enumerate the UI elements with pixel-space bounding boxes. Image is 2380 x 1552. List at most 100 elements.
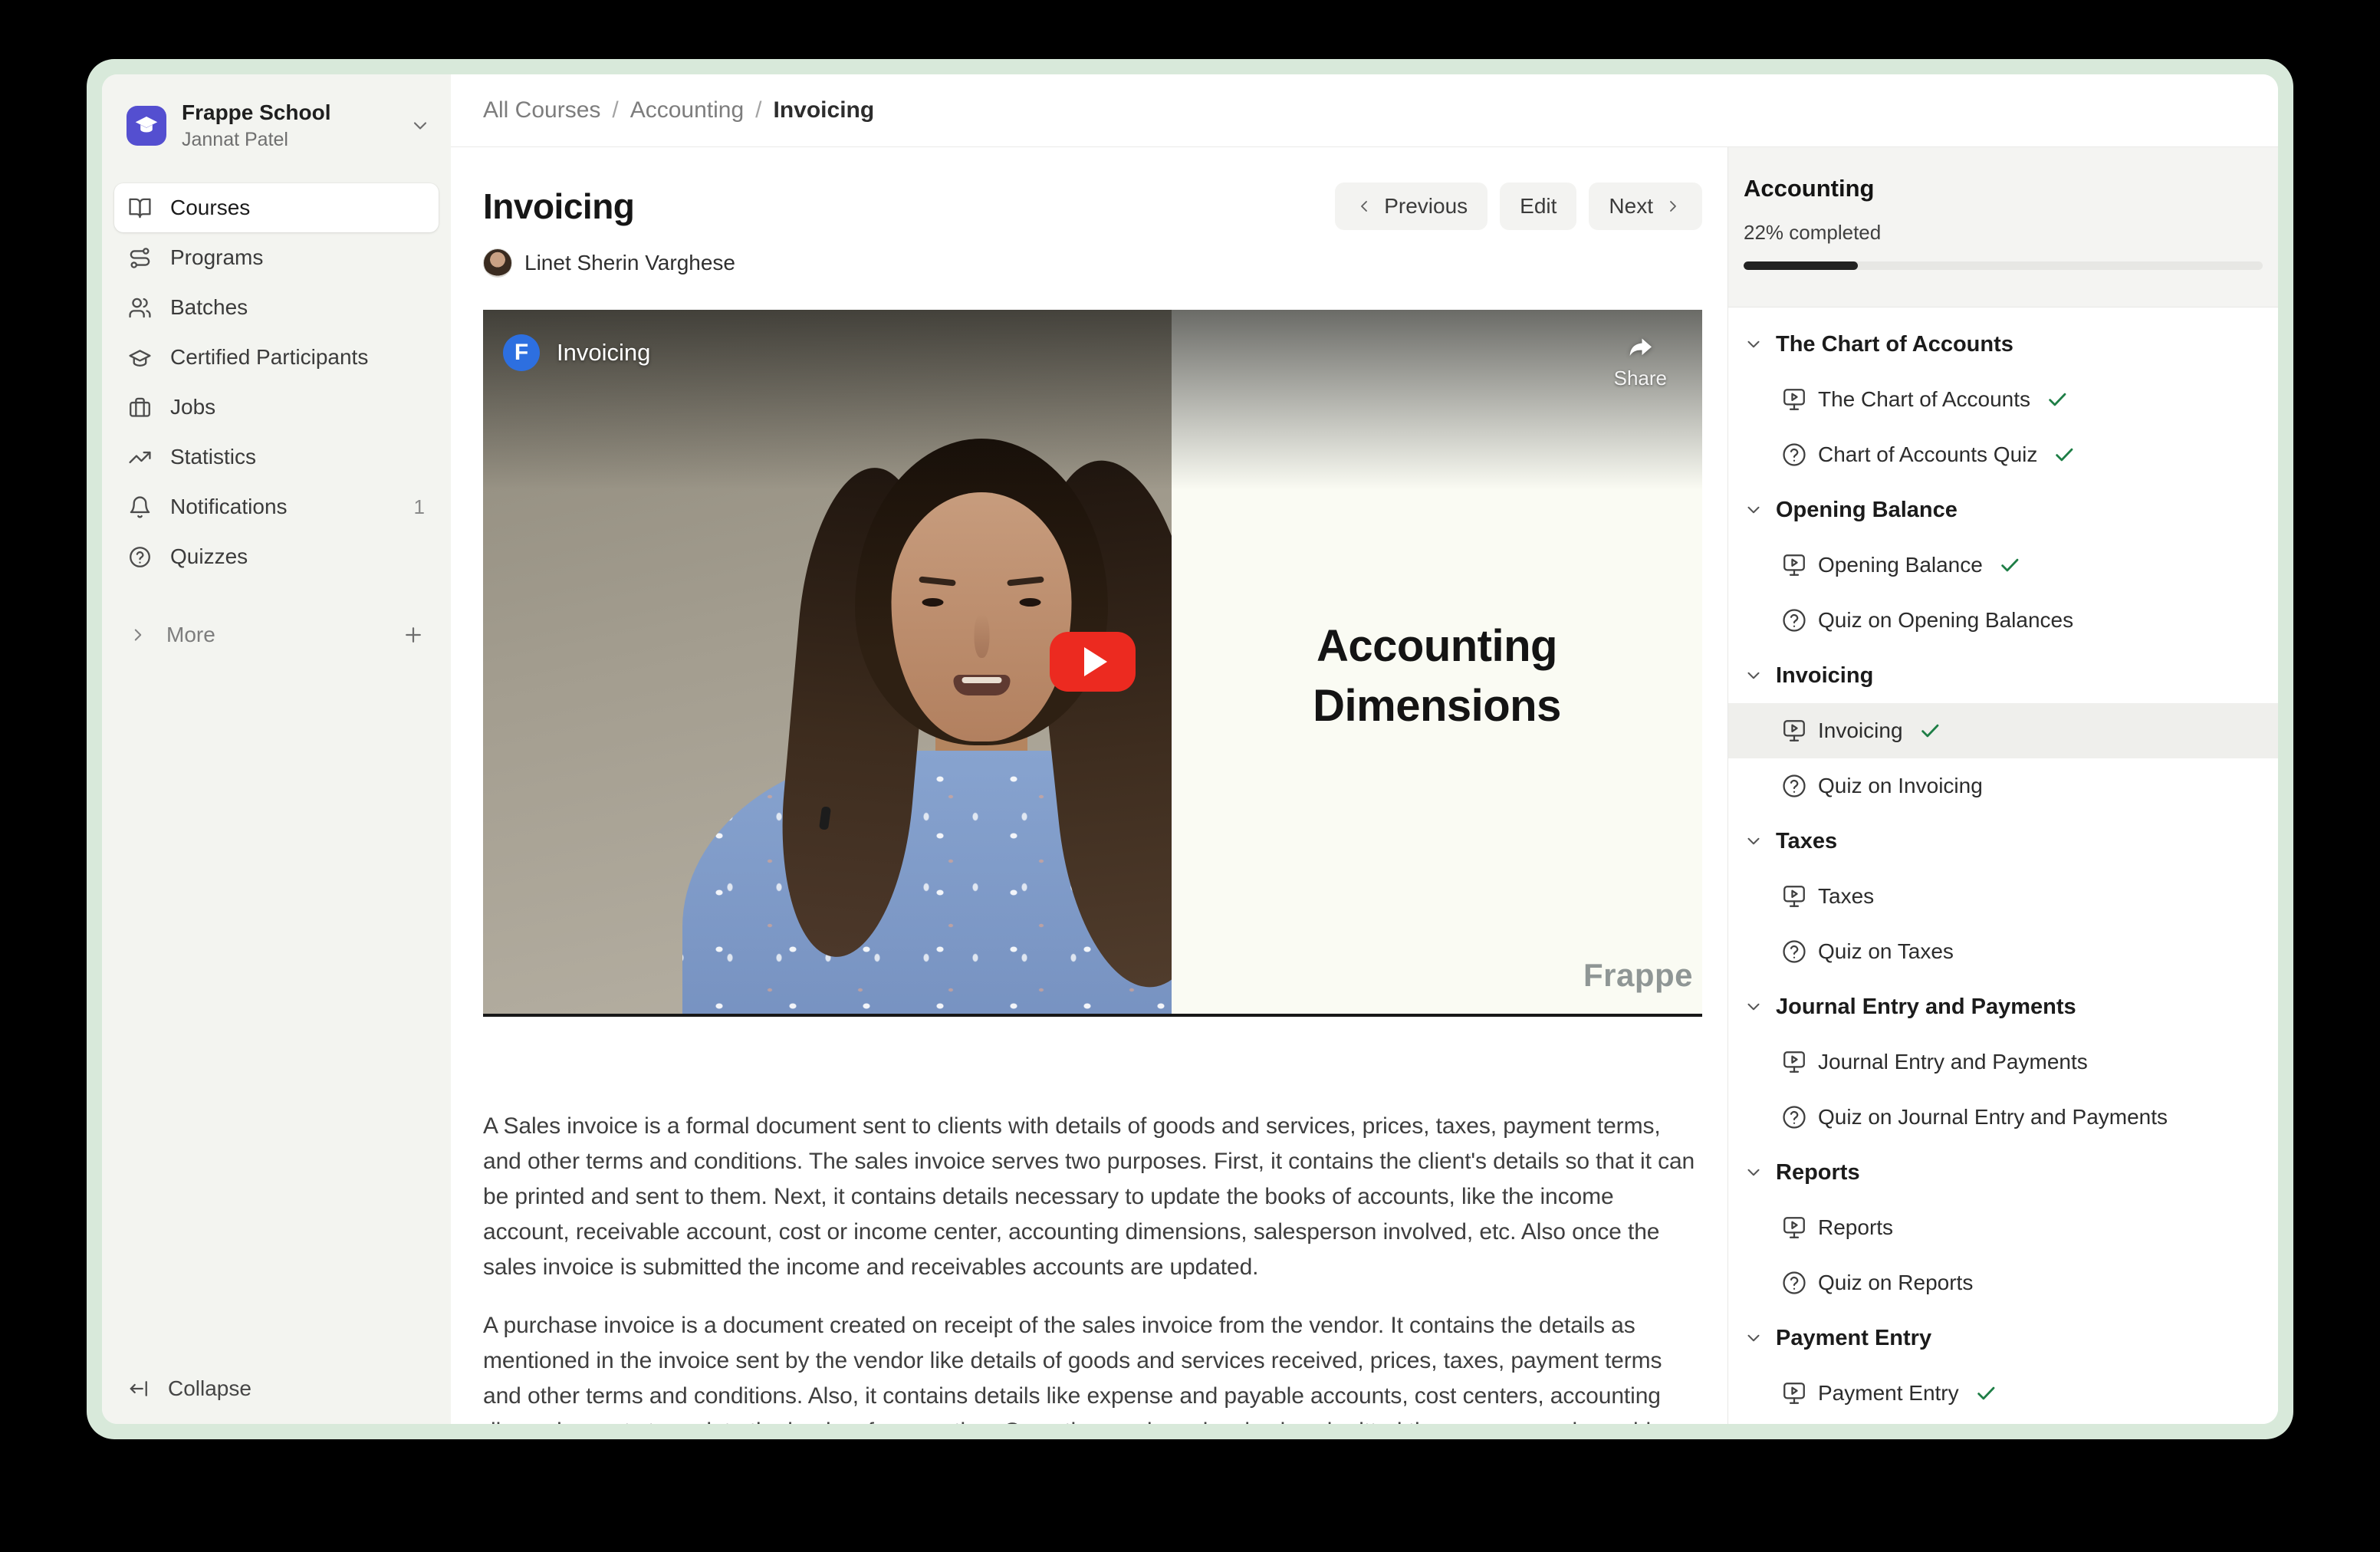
book-open-icon xyxy=(128,196,152,220)
lesson-item[interactable]: Taxes xyxy=(1728,869,2278,924)
app-sidebar: Frappe School Jannat Patel Courses Progr… xyxy=(102,74,451,1424)
collapse-sidebar-button[interactable]: Collapse xyxy=(114,1366,439,1412)
user-name: Jannat Patel xyxy=(182,129,394,151)
question-circle-icon xyxy=(1781,773,1807,799)
next-label: Next xyxy=(1609,194,1653,219)
question-circle-icon xyxy=(1781,1270,1807,1296)
question-circle-icon xyxy=(1781,939,1807,965)
app-surface: Frappe School Jannat Patel Courses Progr… xyxy=(102,74,2278,1424)
video-title[interactable]: Invoicing xyxy=(557,339,650,367)
breadcrumb-current: Invoicing xyxy=(774,97,875,123)
breadcrumb-separator: / xyxy=(612,97,618,123)
previous-button[interactable]: Previous xyxy=(1335,182,1488,230)
breadcrumb-all-courses[interactable]: All Courses xyxy=(483,97,600,123)
sidebar-item-courses[interactable]: Courses xyxy=(114,183,439,232)
briefcase-icon xyxy=(128,396,152,419)
check-icon xyxy=(1974,1382,1997,1405)
breadcrumb-bar: All Courses / Accounting / Invoicing xyxy=(451,74,2278,147)
progress-label: 22% completed xyxy=(1744,221,2263,245)
lesson-item[interactable]: Quiz on Journal Entry and Payments xyxy=(1728,1090,2278,1145)
sidebar-more[interactable]: More xyxy=(114,613,439,656)
play-button[interactable] xyxy=(1050,632,1136,692)
next-button[interactable]: Next xyxy=(1589,182,1702,230)
lesson-item[interactable]: Quiz on Reports xyxy=(1728,1255,2278,1310)
frappe-school-logo xyxy=(127,106,166,146)
lesson-item[interactable]: The Chart of Accounts xyxy=(1728,372,2278,427)
lesson-item[interactable]: Journal Entry and Payments xyxy=(1728,1034,2278,1090)
video-player[interactable]: Accounting Dimensions Frappe F Invoicing xyxy=(483,310,1702,1017)
breadcrumb-separator: / xyxy=(755,97,761,123)
chevron-right-icon xyxy=(1664,197,1682,215)
lesson-item[interactable]: Quiz on Taxes xyxy=(1728,924,2278,979)
play-icon xyxy=(1084,647,1107,676)
chevron-down-icon xyxy=(1744,334,1764,354)
author-name: Linet Sherin Varghese xyxy=(524,251,735,275)
course-outline: Accounting 22% completed The Chart of Ac… xyxy=(1727,147,2278,1424)
collapse-sidebar-icon xyxy=(128,1377,151,1400)
channel-avatar[interactable]: F xyxy=(503,334,540,371)
edit-button[interactable]: Edit xyxy=(1500,182,1576,230)
slide-title-line1: Accounting xyxy=(1172,617,1702,676)
sidebar-item-statistics[interactable]: Statistics xyxy=(114,432,439,482)
sidebar-item-quizzes[interactable]: Quizzes xyxy=(114,532,439,581)
monitor-play-icon xyxy=(1781,552,1807,578)
chapter-header[interactable]: Taxes xyxy=(1728,814,2278,869)
lesson-item[interactable]: Quiz on Invoicing xyxy=(1728,758,2278,814)
check-icon xyxy=(2046,388,2069,411)
sidebar-item-label: Batches xyxy=(170,295,248,320)
previous-label: Previous xyxy=(1384,194,1468,219)
more-label: More xyxy=(166,623,215,647)
lesson-item-active[interactable]: Invoicing xyxy=(1728,703,2278,758)
monitor-play-icon xyxy=(1781,386,1807,413)
title-row: Invoicing Previous Edit Next xyxy=(483,182,1702,230)
lesson-item[interactable]: Opening Balance xyxy=(1728,538,2278,593)
chapter-header[interactable]: Journal Entry and Payments xyxy=(1728,979,2278,1034)
share-arrow-icon xyxy=(1622,333,1658,363)
route-icon xyxy=(128,246,152,270)
lesson-content: Invoicing Previous Edit Next xyxy=(451,147,1727,1424)
sidebar-item-notifications[interactable]: Notifications 1 xyxy=(114,482,439,531)
sidebar-item-jobs[interactable]: Jobs xyxy=(114,383,439,432)
chapter-header[interactable]: Opening Balance xyxy=(1728,482,2278,538)
sidebar-item-label: Certified Participants xyxy=(170,345,368,370)
channel-initial: F xyxy=(514,340,528,366)
lesson-item[interactable]: Chart of Accounts Quiz xyxy=(1728,427,2278,482)
chevron-down-icon xyxy=(1744,1162,1764,1182)
monitor-play-icon xyxy=(1781,718,1807,744)
check-icon xyxy=(1918,719,1941,742)
bell-icon xyxy=(128,495,152,519)
lesson-actions: Previous Edit Next xyxy=(1335,182,1702,230)
sidebar-item-label: Notifications xyxy=(170,495,288,519)
app-window: Frappe School Jannat Patel Courses Progr… xyxy=(87,59,2293,1439)
sidebar-item-programs[interactable]: Programs xyxy=(114,233,439,282)
lesson-item[interactable]: Payment Entry xyxy=(1728,1366,2278,1421)
video-header: F Invoicing xyxy=(503,334,650,371)
school-switcher[interactable]: Frappe School Jannat Patel xyxy=(114,94,439,157)
monitor-play-icon xyxy=(1781,1215,1807,1241)
collapse-label: Collapse xyxy=(168,1376,251,1401)
chevron-down-icon xyxy=(1744,997,1764,1017)
chapter-header[interactable]: Payment Entry xyxy=(1728,1310,2278,1366)
paragraph: A Sales invoice is a formal document sen… xyxy=(483,1109,1702,1285)
help-circle-icon xyxy=(128,545,152,569)
breadcrumb: All Courses / Accounting / Invoicing xyxy=(483,97,874,123)
monitor-play-icon xyxy=(1781,883,1807,909)
breadcrumb-accounting[interactable]: Accounting xyxy=(630,97,744,123)
sidebar-item-batches[interactable]: Batches xyxy=(114,283,439,332)
lesson-item[interactable]: Quiz on Opening Balances xyxy=(1728,593,2278,648)
share-button[interactable]: Share xyxy=(1614,333,1667,390)
notification-count-badge: 1 xyxy=(414,495,425,519)
author-avatar xyxy=(483,248,512,278)
slide-title: Accounting Dimensions xyxy=(1172,617,1702,736)
chapter-header[interactable]: The Chart of Accounts xyxy=(1728,317,2278,372)
slide-title-line2: Dimensions xyxy=(1172,676,1702,736)
chapter-header[interactable]: Reports xyxy=(1728,1145,2278,1200)
paragraph: A purchase invoice is a document created… xyxy=(483,1308,1702,1424)
sidebar-menu: Courses Programs Batches Certified Parti… xyxy=(114,183,439,581)
add-icon[interactable] xyxy=(402,623,425,646)
lesson-item[interactable]: Reports xyxy=(1728,1200,2278,1255)
chevron-right-icon xyxy=(128,625,148,645)
sidebar-item-certified-participants[interactable]: Certified Participants xyxy=(114,333,439,382)
chapter-header[interactable]: Invoicing xyxy=(1728,648,2278,703)
sidebar-item-label: Courses xyxy=(170,196,250,220)
